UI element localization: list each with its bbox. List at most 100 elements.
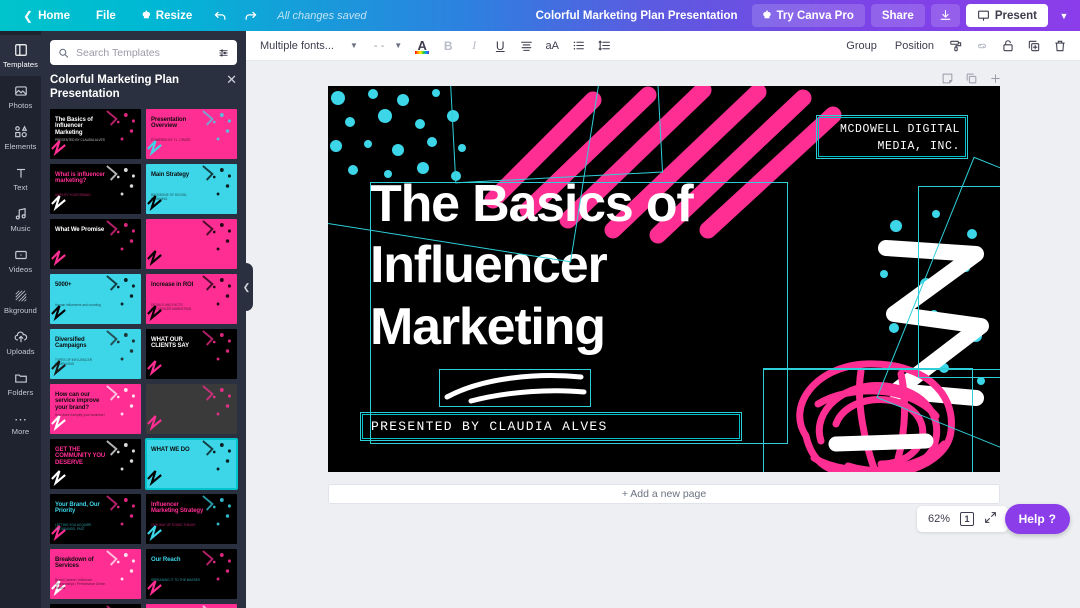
sidebar-item-uploads[interactable]: Uploads: [0, 322, 41, 363]
crown-icon: ♚: [141, 10, 151, 21]
copy-style-button[interactable]: [944, 34, 968, 58]
font-size-select[interactable]: - - ▼: [368, 35, 408, 57]
template-thumbnail[interactable]: Main Strategy BACKBONE OF DIGITAL PLANNIN…: [146, 164, 237, 214]
template-thumbnail[interactable]: 5000+ Human influencers and counting: [50, 274, 141, 324]
slide-company-header[interactable]: MCDOWELL DIGITAL MEDIA, INC.: [818, 117, 966, 157]
template-thumbnail[interactable]: [50, 604, 141, 608]
sidebar-item-elements[interactable]: Elements: [0, 117, 41, 158]
redo-button[interactable]: [235, 0, 265, 31]
help-button[interactable]: Help ?: [1004, 504, 1070, 534]
template-thumbnail[interactable]: [146, 219, 237, 269]
object-toolbar: Group Position: [838, 34, 1072, 58]
letter-case-icon: aA: [545, 39, 559, 52]
letter-case-button[interactable]: aA: [540, 34, 564, 58]
file-label: File: [96, 9, 116, 22]
thumbnail-subtitle: SPREADING IT TO THE MASSES: [151, 578, 201, 582]
template-thumbnail[interactable]: Influencer Marketing Strategy OUR WAY OF …: [146, 494, 237, 544]
thumbnail-title: What is influencer marketing?: [55, 172, 105, 185]
add-new-page-button[interactable]: + Add a new page: [328, 484, 1000, 504]
sidebar-label: Folders: [7, 387, 34, 397]
text-align-button[interactable]: [514, 34, 538, 58]
delete-button[interactable]: [1048, 34, 1072, 58]
thumbnail-subtitle: How does it amplify your business?: [55, 413, 105, 417]
search-box[interactable]: [50, 40, 237, 65]
panel-collapse-handle[interactable]: ❮: [240, 263, 253, 311]
present-screen-icon: [977, 10, 989, 21]
font-family-select[interactable]: Multiple fonts... ▼: [254, 35, 364, 57]
undo-button[interactable]: [205, 0, 235, 31]
chevron-down-icon: ▼: [1059, 10, 1069, 21]
template-thumbnail[interactable]: [146, 604, 237, 608]
zoom-level[interactable]: 62%: [928, 513, 950, 525]
template-thumbnail[interactable]: What is influencer marketing? AMPLIFY YOU…: [50, 164, 141, 214]
share-button[interactable]: Share: [870, 4, 925, 27]
template-thumbnail[interactable]: The Basics of Influencer Marketing PRESEN…: [50, 109, 141, 159]
left-rail: Templates Photos Elements Text Music Vid…: [0, 31, 41, 608]
slide-presenter-box[interactable]: PRESENTED BY CLAUDIA ALVES: [362, 414, 740, 439]
help-label: Help: [1018, 512, 1045, 526]
duplicate-button[interactable]: [1022, 34, 1046, 58]
search-input[interactable]: [76, 46, 211, 59]
template-thumbnail[interactable]: How can our service improve your brand? H…: [50, 384, 141, 434]
thumbnail-subtitle: AMPLIFY YOUR BRAND: [55, 193, 91, 197]
chevron-down-icon: ▼: [394, 41, 403, 50]
close-icon[interactable]: ✕: [226, 73, 237, 86]
lock-button[interactable]: [996, 34, 1020, 58]
text-color-button[interactable]: A: [410, 34, 434, 58]
template-thumbnail[interactable]: WHAT WE DO: [145, 438, 238, 490]
italic-button[interactable]: I: [462, 34, 486, 58]
underline-button[interactable]: U: [488, 34, 512, 58]
template-thumbnail[interactable]: Increase in ROI DETAILS AND FACTS INFLUEN…: [146, 274, 237, 324]
template-thumbnail[interactable]: Presentation Overview POWERED BY T.L. CRU…: [146, 109, 237, 159]
template-thumbnail[interactable]: Your Brand, Our Priority LETTING YOU ACQU…: [50, 494, 141, 544]
link-button[interactable]: [970, 34, 994, 58]
top-bar-left-group: ❮ Home File ♚ Resize All changes saved: [0, 0, 367, 31]
present-options-button[interactable]: ▼: [1054, 4, 1074, 27]
sidebar-item-music[interactable]: Music: [0, 199, 41, 240]
sidebar-item-photos[interactable]: Photos: [0, 76, 41, 117]
sidebar-item-templates[interactable]: Templates: [0, 35, 41, 76]
bold-button[interactable]: B: [436, 34, 460, 58]
thumbnail-title: WHAT OUR CLIENTS SAY: [151, 337, 190, 350]
slide-canvas[interactable]: MCDOWELL DIGITAL MEDIA, INC. The Basics …: [328, 86, 1000, 472]
slide-title[interactable]: The Basics of Influencer Marketing: [370, 174, 765, 358]
group-button[interactable]: Group: [838, 35, 885, 57]
template-thumbnail[interactable]: Our Reach SPREADING IT TO THE MASSES: [146, 549, 237, 599]
file-menu-button[interactable]: File: [83, 0, 129, 31]
trash-icon: [1055, 40, 1065, 51]
thumbnail-title: Presentation Overview: [151, 117, 187, 130]
uploads-icon: [14, 330, 28, 346]
template-thumbnail[interactable]: Breakdown of Services Brand Content / Inf…: [50, 549, 141, 599]
template-thumbnail[interactable]: What We Promise: [50, 219, 141, 269]
music-icon: [14, 207, 28, 223]
more-dots-icon: ⋯: [14, 412, 27, 427]
download-icon: [940, 10, 951, 20]
sidebar-item-background[interactable]: Bkground: [0, 281, 41, 322]
thumbnail-title: Diversified Campaigns: [55, 337, 87, 350]
home-button[interactable]: ❮ Home: [10, 0, 83, 31]
bullet-list-button[interactable]: [566, 34, 590, 58]
resize-label: Resize: [155, 9, 193, 22]
try-canva-pro-button[interactable]: ♚ Try Canva Pro: [751, 4, 865, 27]
template-thumbnail[interactable]: Diversified Campaigns TYPES OF INFLUENCER…: [50, 329, 141, 379]
expand-icon[interactable]: [984, 511, 997, 527]
resize-button[interactable]: ♚ Resize: [129, 0, 205, 31]
document-title[interactable]: Colorful Marketing Plan Presentation: [536, 10, 738, 22]
sidebar-item-folders[interactable]: Folders: [0, 363, 41, 404]
present-button[interactable]: Present: [965, 4, 1048, 27]
download-button[interactable]: [930, 4, 960, 27]
color-swatch-bar: [415, 50, 430, 54]
position-button[interactable]: Position: [887, 35, 942, 57]
thumbnail-subtitle: LETTING YOU ACQUIRE THOUSANDS, FAST.: [55, 523, 92, 531]
sidebar-item-videos[interactable]: Videos: [0, 240, 41, 281]
sidebar-item-text[interactable]: Text: [0, 158, 41, 199]
sidebar-label: Videos: [8, 264, 33, 274]
template-thumbnail[interactable]: [146, 384, 237, 434]
filter-sliders-icon[interactable]: [218, 47, 229, 59]
template-thumbnail[interactable]: GET THE COMMUNITY YOU DESERVE: [50, 439, 141, 489]
line-spacing-button[interactable]: [592, 34, 616, 58]
thumbnail-subtitle: DETAILS AND FACTS INFLUENCER MARKETING: [151, 303, 192, 311]
sidebar-item-more[interactable]: ⋯ More: [0, 404, 41, 445]
page-number-badge[interactable]: 1: [960, 512, 974, 526]
template-thumbnail[interactable]: WHAT OUR CLIENTS SAY: [146, 329, 237, 379]
